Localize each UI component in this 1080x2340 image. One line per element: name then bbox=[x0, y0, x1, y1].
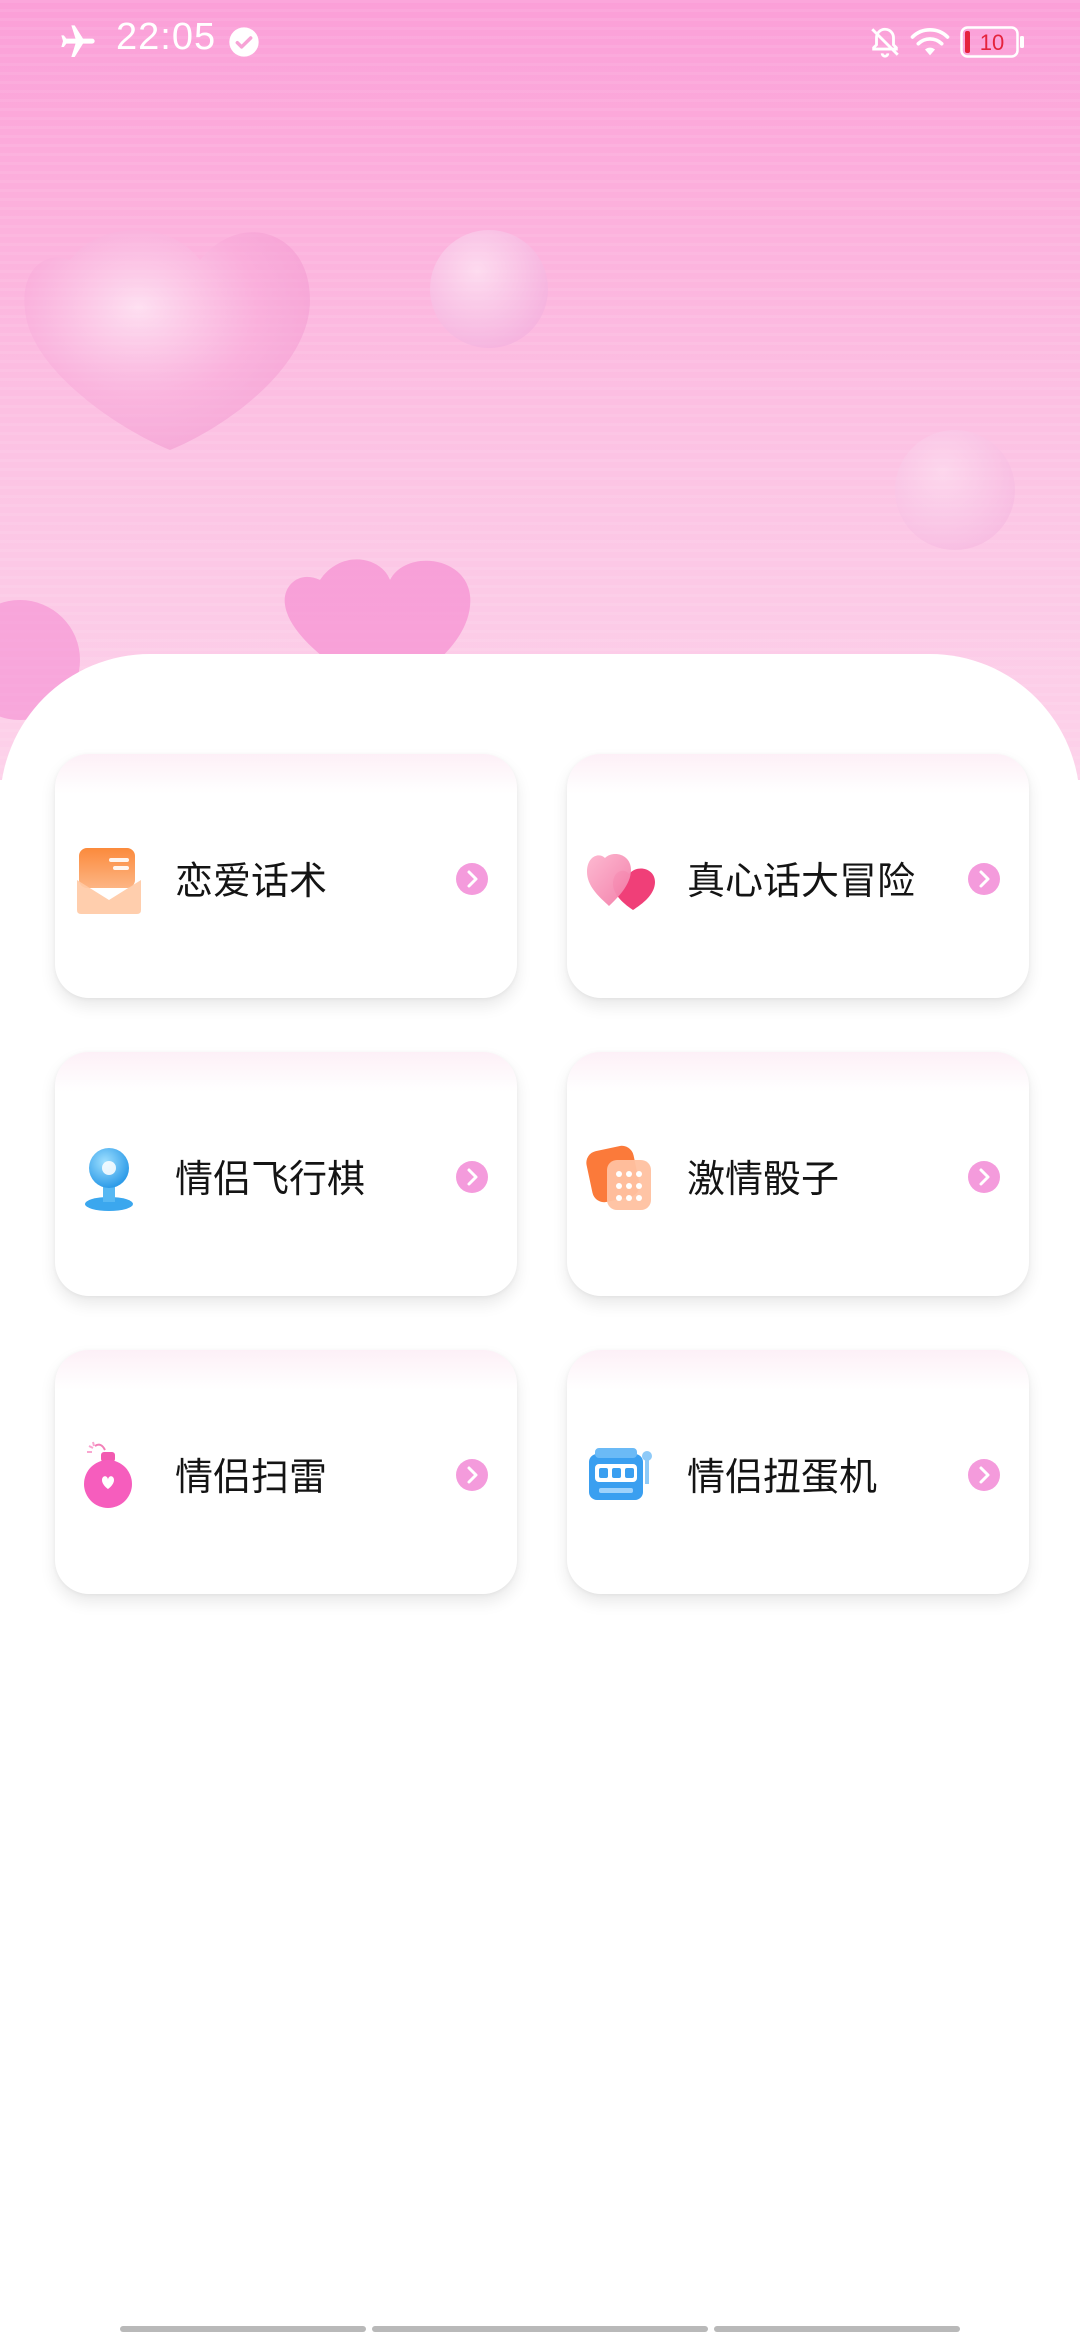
hearts-icon bbox=[587, 854, 655, 910]
round-bubble bbox=[430, 230, 548, 348]
game-card-gacha-machine[interactable]: 情侣扭蛋机 bbox=[567, 1350, 1029, 1594]
chess-piece-icon bbox=[85, 1148, 133, 1211]
chevron-right-icon bbox=[968, 1459, 1000, 1491]
card-label: 激情骰子 bbox=[687, 1157, 840, 1201]
status-time: 22:05 bbox=[116, 16, 217, 58]
card-label: 情侣飞行棋 bbox=[175, 1157, 366, 1201]
chevron-right-icon bbox=[456, 1459, 488, 1491]
slot-machine-icon bbox=[589, 1448, 652, 1500]
status-bar: 22:05 10 bbox=[0, 0, 1080, 84]
game-card-panel: 恋爱话术 真心话大冒险 情侣飞行棋 激情骰子 情侣扫雷 情侣扭蛋机 bbox=[0, 654, 1080, 2340]
dice-icon bbox=[586, 1145, 651, 1210]
game-card-truth-or-dare[interactable]: 真心话大冒险 bbox=[567, 754, 1029, 998]
chevron-right-icon bbox=[968, 1161, 1000, 1193]
game-card-minesweeper[interactable]: 情侣扫雷 bbox=[55, 1350, 517, 1594]
home-indicator-left bbox=[120, 2326, 366, 2332]
envelope-icon bbox=[77, 848, 141, 914]
battery-level: 10 bbox=[979, 30, 1005, 55]
chevron-right-icon bbox=[456, 863, 488, 895]
bell-muted-icon bbox=[871, 27, 899, 58]
wifi-icon bbox=[910, 28, 950, 56]
chevron-right-icon bbox=[968, 863, 1000, 895]
card-label: 情侣扫雷 bbox=[175, 1455, 328, 1499]
airplane-mode-icon bbox=[61, 25, 95, 57]
small-bubble bbox=[895, 430, 1015, 550]
home-indicator-right bbox=[714, 2326, 960, 2332]
card-label: 真心话大冒险 bbox=[687, 859, 916, 903]
card-label: 恋爱话术 bbox=[175, 859, 328, 903]
card-label: 情侣扭蛋机 bbox=[687, 1455, 878, 1499]
large-heart-bubble bbox=[24, 230, 311, 450]
home-indicator-center bbox=[372, 2326, 708, 2332]
battery-icon: 10 bbox=[960, 26, 1024, 58]
heart-bomb-icon bbox=[84, 1441, 132, 1508]
verified-check-icon bbox=[229, 27, 259, 57]
game-card-love-talk[interactable]: 恋爱话术 bbox=[55, 754, 517, 998]
game-card-passion-dice[interactable]: 激情骰子 bbox=[567, 1052, 1029, 1296]
game-card-flying-chess[interactable]: 情侣飞行棋 bbox=[55, 1052, 517, 1296]
chevron-right-icon bbox=[456, 1161, 488, 1193]
